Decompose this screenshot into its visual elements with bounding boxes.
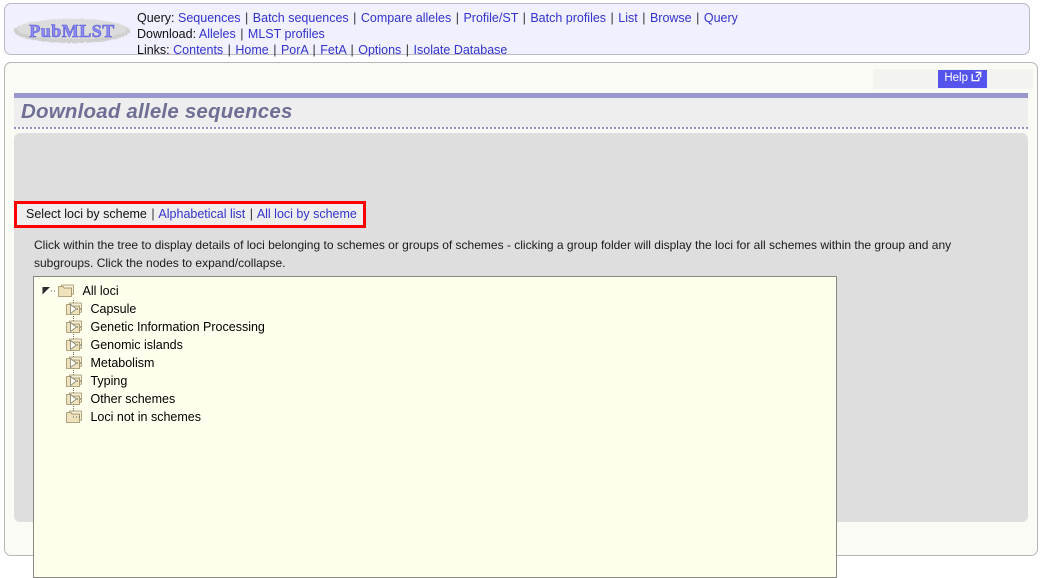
tree-node-label[interactable]: Capsule <box>90 300 136 318</box>
link-alleles[interactable]: Alleles <box>199 27 236 41</box>
nav-separator: | <box>227 42 231 57</box>
pubmlst-logo[interactable]: PubMLST <box>11 16 133 46</box>
loci-scheme-tree: All loci Capsule Genetic Information Pro… <box>40 282 820 426</box>
link-list[interactable]: List <box>618 11 637 25</box>
tree-node-genomic-islands[interactable]: Genomic islands <box>40 336 820 354</box>
link-profile-st[interactable]: Profile/ST <box>463 11 518 25</box>
tree-node-label[interactable]: Other schemes <box>90 390 175 408</box>
link-compare-alleles[interactable]: Compare alleles <box>361 11 451 25</box>
nav-separator: | <box>455 11 459 25</box>
help-button-label: Help <box>944 72 968 84</box>
triangle-right-icon[interactable] <box>66 390 82 408</box>
nav-separator: | <box>353 11 357 25</box>
nav-separator: | <box>522 11 526 25</box>
tree-node-label[interactable]: Genomic islands <box>90 336 182 354</box>
nav-row-download: Download: Alleles | MLST profiles <box>137 27 738 43</box>
nav-separator: | <box>696 11 700 25</box>
tree-node-label[interactable]: Genetic Information Processing <box>90 318 264 336</box>
tree-node-genetic-information-processing[interactable]: Genetic Information Processing <box>40 318 820 336</box>
tree-node-label[interactable]: Typing <box>90 372 127 390</box>
nav-row-links-label: Links: <box>137 42 170 57</box>
nav-separator: | <box>312 42 316 57</box>
link-pora[interactable]: PorA <box>281 43 308 57</box>
nav-separator: | <box>245 11 249 25</box>
help-row: Help <box>873 69 1033 89</box>
loci-scheme-tree-panel[interactable]: All loci Capsule Genetic Information Pro… <box>33 276 837 578</box>
triangle-right-icon[interactable] <box>66 336 82 354</box>
page-frame: Help Download allele sequences Select lo… <box>4 62 1038 578</box>
triangle-down-icon[interactable] <box>40 282 56 300</box>
link-browse[interactable]: Browse <box>650 11 692 25</box>
instruction-text: Click within the tree to display details… <box>34 238 952 270</box>
title-band: Download allele sequences <box>14 98 1028 127</box>
tree-node-capsule[interactable]: Capsule <box>40 300 820 318</box>
link-batch-profiles[interactable]: Batch profiles <box>530 11 606 25</box>
tree-node-other-schemes[interactable]: Other schemes <box>40 390 820 408</box>
nav-separator: | <box>240 26 244 41</box>
nav-link-sequences: Sequences <box>178 11 244 25</box>
dotted-divider <box>14 127 1028 129</box>
nav-separator: | <box>273 42 277 57</box>
link-mlst-profiles[interactable]: MLST profiles <box>248 27 325 41</box>
nav-row-query-label: Query: <box>137 11 175 25</box>
tree-node-label[interactable]: Metabolism <box>90 354 154 372</box>
external-link-icon <box>971 71 982 86</box>
link-isolate-database[interactable]: Isolate Database <box>414 43 508 57</box>
annotation-highlight-box <box>14 201 366 228</box>
tree-node-label[interactable]: All loci <box>82 282 118 300</box>
link-query[interactable]: Query <box>704 11 738 25</box>
link-options[interactable]: Options <box>358 43 401 57</box>
content-panel: Select loci by scheme | Alphabetical lis… <box>14 133 1028 578</box>
tree-node-loci-not-in-schemes[interactable]: Loci not in schemes <box>40 408 820 426</box>
banner-nav: Query: Sequences | Batch sequences | Com… <box>137 11 738 58</box>
link-sequences[interactable]: Sequences <box>178 11 241 25</box>
tree-node-all-loci[interactable]: All loci <box>40 282 820 300</box>
link-batch-sequences[interactable]: Batch sequences <box>253 11 349 25</box>
tree-node-typing[interactable]: Typing <box>40 372 820 390</box>
tree-node-metabolism[interactable]: Metabolism <box>40 354 820 372</box>
tree-leaf-connector-icon <box>66 408 82 426</box>
folder-icon <box>58 284 74 298</box>
nav-separator: | <box>350 42 354 57</box>
svg-text:PubMLST: PubMLST <box>29 21 115 41</box>
nav-separator: | <box>642 11 646 25</box>
nav-separator: | <box>610 11 614 25</box>
nav-row-links: Links: Contents | Home | PorA | FetA | O… <box>137 43 738 59</box>
triangle-right-icon[interactable] <box>66 354 82 372</box>
link-home[interactable]: Home <box>235 43 268 57</box>
link-contents[interactable]: Contents <box>173 43 223 57</box>
triangle-right-icon[interactable] <box>66 372 82 390</box>
nav-row-query: Query: Sequences | Batch sequences | Com… <box>137 11 738 27</box>
triangle-right-icon[interactable] <box>66 318 82 336</box>
nav-separator: | <box>405 42 410 57</box>
site-banner: PubMLST Query: Sequences | Batch sequenc… <box>4 3 1030 58</box>
tree-children: Capsule Genetic Information Processing G… <box>40 300 820 426</box>
page-title: Download allele sequences <box>21 100 293 123</box>
mode-bar-wrapper: Select loci by scheme | Alphabetical lis… <box>14 201 366 228</box>
tree-node-label[interactable]: Loci not in schemes <box>90 408 200 426</box>
link-feta[interactable]: FetA <box>320 43 346 57</box>
nav-row-download-label: Download: <box>137 26 197 41</box>
triangle-right-icon[interactable] <box>66 300 82 318</box>
help-button[interactable]: Help <box>938 70 987 88</box>
